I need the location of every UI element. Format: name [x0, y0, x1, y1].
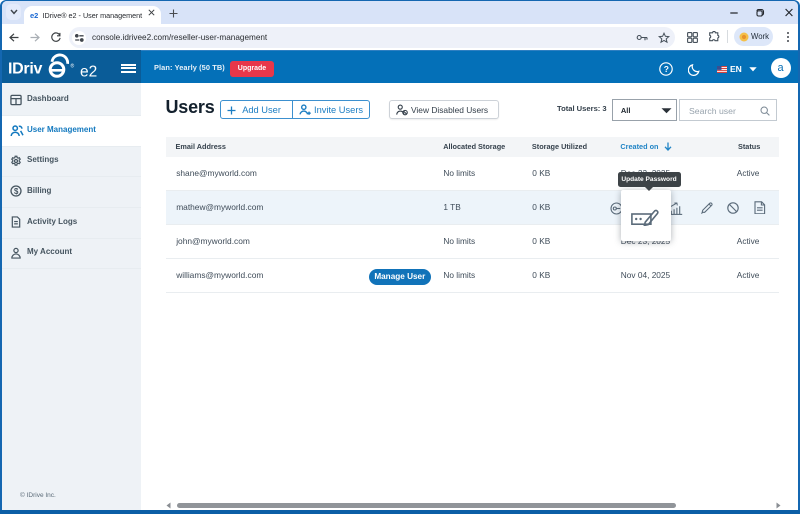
- svg-text:®: ®: [71, 63, 75, 70]
- svg-text:?: ?: [664, 64, 669, 74]
- svg-text:IDriv: IDriv: [8, 61, 42, 78]
- svg-text:e2: e2: [80, 63, 97, 80]
- svg-text:$: $: [14, 187, 19, 196]
